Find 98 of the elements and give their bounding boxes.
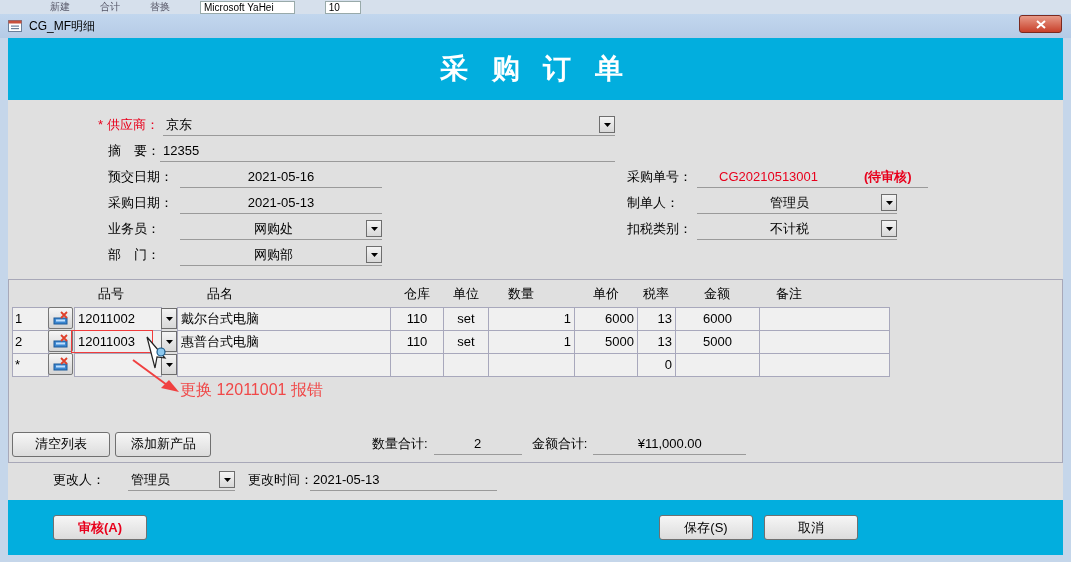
row-selector[interactable]: *	[12, 353, 49, 377]
action-button[interactable]: 审核(A)	[53, 515, 147, 540]
toolbar-button[interactable]: 新建	[50, 1, 70, 13]
column-header: 品名	[206, 284, 234, 303]
annotation-text: 更换 12011001 报错	[180, 380, 323, 400]
dropdown-button[interactable]	[599, 116, 615, 133]
table-cell: 12011002	[74, 307, 162, 331]
table-cell: 1	[488, 330, 575, 354]
toolbar-dropdown[interactable]: 10	[324, 0, 361, 14]
field-label: 扣税类别：	[626, 220, 693, 238]
dropdown-field[interactable]: 不计税	[697, 218, 897, 240]
window-title: CG_MF明细	[29, 17, 95, 35]
dropdown-field[interactable]: 管理员	[697, 192, 897, 214]
toolbar-button[interactable]: 替换	[150, 1, 170, 13]
tray-cross-icon	[52, 357, 69, 371]
table-cell	[390, 353, 444, 377]
pointer-arrow	[131, 358, 181, 394]
toolbar-dropdown[interactable]: Microsoft YaHei	[200, 0, 295, 14]
dropdown-button[interactable]	[366, 220, 382, 237]
column-header: 品号	[97, 284, 125, 303]
field-label: 业务员：	[107, 220, 161, 238]
total-label: 数量合计:	[372, 435, 429, 453]
caret-icon	[603, 122, 611, 127]
table-cell: 6000	[574, 307, 638, 331]
toolbar-button[interactable]: 合计	[100, 1, 120, 13]
caret-icon	[885, 200, 893, 205]
table-cell: 110	[390, 330, 444, 354]
column-header: 仓库	[402, 284, 431, 303]
tray-cross-icon	[52, 334, 69, 348]
table-cell: 5000	[574, 330, 638, 354]
total-field: ¥11,000.00	[593, 433, 747, 455]
table-cell: 13	[637, 330, 676, 354]
dropdown-button[interactable]	[161, 308, 177, 329]
field-label: 制单人：	[626, 194, 680, 212]
row-button[interactable]	[48, 330, 73, 352]
status-text: (待审核)	[864, 167, 912, 186]
caret-icon	[370, 252, 378, 257]
caret-icon	[370, 226, 378, 231]
caret-icon	[165, 316, 173, 321]
row-selector[interactable]: 2	[12, 330, 49, 354]
table-cell: 6000	[675, 307, 760, 331]
dropdown-button[interactable]	[366, 246, 382, 263]
column-header: 税率	[642, 284, 670, 303]
table-cell	[574, 353, 638, 377]
row-button[interactable]	[48, 353, 73, 375]
table-cell: 戴尔台式电脑	[177, 307, 391, 331]
column-header: 单价	[591, 284, 620, 303]
row-selector[interactable]: 1	[12, 307, 49, 331]
action-button[interactable]: 取消	[764, 515, 858, 540]
dropdown-button[interactable]	[881, 220, 897, 237]
dropdown-button[interactable]	[219, 471, 235, 488]
panel-button[interactable]: 添加新产品	[115, 431, 211, 457]
table-cell: 110	[390, 307, 444, 331]
dropdown-field[interactable]: 京东	[162, 114, 615, 136]
text-field[interactable]: 2021-05-16	[180, 166, 382, 188]
field-label: 摘 要：	[107, 142, 160, 160]
caret-icon	[165, 339, 173, 344]
text-field[interactable]: 2021-05-13	[180, 192, 382, 214]
total-field: 2	[433, 433, 522, 455]
tray-cross-icon	[52, 311, 69, 325]
cursor-icon	[145, 336, 167, 370]
table-cell	[443, 353, 489, 377]
close-icon	[1035, 19, 1046, 29]
table-cell: set	[443, 330, 489, 354]
panel-button[interactable]: 清空列表	[12, 431, 110, 457]
field-label: * 供应商：	[97, 116, 160, 134]
action-button[interactable]: 保存(S)	[659, 515, 753, 540]
table-cell: 1	[488, 307, 575, 331]
close-button[interactable]	[1019, 15, 1062, 33]
field-label: 采购日期：	[107, 194, 174, 212]
caret-icon	[223, 477, 231, 482]
table-cell: 0	[637, 353, 676, 377]
table-cell: set	[443, 307, 489, 331]
column-header: 数量	[507, 284, 535, 303]
field-label: 预交日期：	[107, 168, 174, 186]
text-field[interactable]: 2021-05-13	[310, 469, 497, 491]
dropdown-button[interactable]	[881, 194, 897, 211]
order-number: CG20210513001	[718, 169, 820, 184]
dropdown-field[interactable]: 网购处	[180, 218, 382, 240]
column-header: 备注	[775, 284, 803, 303]
field-label: 更改时间：	[248, 471, 310, 489]
caret-icon	[165, 362, 173, 367]
table-cell: 13	[637, 307, 676, 331]
field-label: 部 门：	[107, 246, 161, 264]
table-cell: 惠普台式电脑	[177, 330, 391, 354]
dropdown-field[interactable]: 管理员	[128, 469, 235, 491]
form-icon	[8, 20, 22, 32]
field-label: 采购单号：	[626, 168, 693, 186]
total-label: 金额合计:	[531, 435, 589, 453]
field-label: 更改人：	[53, 471, 106, 489]
column-header: 金额	[703, 284, 731, 303]
dropdown-field[interactable]: 网购部	[180, 244, 382, 266]
text-field[interactable]: 12355	[160, 140, 615, 162]
caret-icon	[885, 226, 893, 231]
form-heading: 采 购 订 单	[439, 52, 632, 86]
row-button[interactable]	[48, 307, 73, 329]
column-header: 单位	[451, 284, 480, 303]
table-cell: 5000	[675, 330, 760, 354]
